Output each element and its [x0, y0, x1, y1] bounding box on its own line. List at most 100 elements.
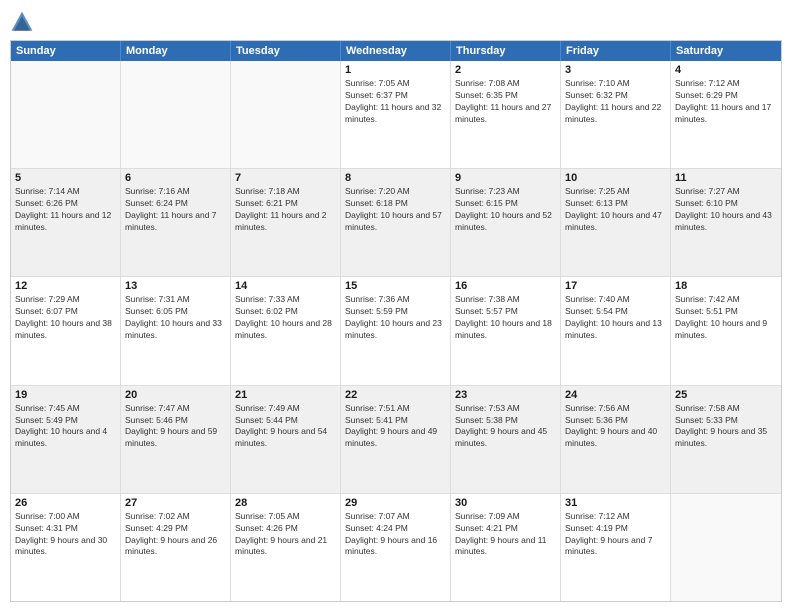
calendar-cell: 30 Sunrise: 7:09 AM Sunset: 4:21 PM Dayli… [451, 494, 561, 601]
day-info: Sunrise: 7:56 AM Sunset: 5:36 PM Dayligh… [565, 403, 666, 451]
day-number: 15 [345, 280, 446, 292]
calendar-row: 26 Sunrise: 7:00 AM Sunset: 4:31 PM Dayli… [11, 493, 781, 601]
day-info: Sunrise: 7:10 AM Sunset: 6:32 PM Dayligh… [565, 78, 666, 126]
day-info: Sunrise: 7:18 AM Sunset: 6:21 PM Dayligh… [235, 186, 336, 234]
calendar-cell: 15 Sunrise: 7:36 AM Sunset: 5:59 PM Dayli… [341, 277, 451, 384]
day-number: 13 [125, 280, 226, 292]
calendar-cell: 27 Sunrise: 7:02 AM Sunset: 4:29 PM Dayli… [121, 494, 231, 601]
calendar-cell: 2 Sunrise: 7:08 AM Sunset: 6:35 PM Daylig… [451, 61, 561, 168]
calendar-cell [231, 61, 341, 168]
day-number: 22 [345, 389, 446, 401]
page: SundayMondayTuesdayWednesdayThursdayFrid… [0, 0, 792, 612]
calendar-cell: 25Sunrise: 7:58 AM Sunset: 5:33 PM Dayli… [671, 386, 781, 493]
logo-icon [10, 10, 34, 34]
day-info: Sunrise: 7:29 AM Sunset: 6:07 PM Dayligh… [15, 294, 116, 342]
calendar-cell: 16 Sunrise: 7:38 AM Sunset: 5:57 PM Dayli… [451, 277, 561, 384]
day-info: Sunrise: 7:16 AM Sunset: 6:24 PM Dayligh… [125, 186, 226, 234]
day-info: Sunrise: 7:38 AM Sunset: 5:57 PM Dayligh… [455, 294, 556, 342]
day-info: Sunrise: 7:51 AM Sunset: 5:41 PM Dayligh… [345, 403, 446, 451]
day-number: 30 [455, 497, 556, 509]
day-number: 9 [455, 172, 556, 184]
calendar-body: 1Sunrise: 7:05 AM Sunset: 6:37 PM Daylig… [11, 61, 781, 601]
day-info: Sunrise: 7:40 AM Sunset: 5:54 PM Dayligh… [565, 294, 666, 342]
day-number: 16 [455, 280, 556, 292]
day-number: 14 [235, 280, 336, 292]
day-number: 3 [565, 64, 666, 76]
day-info: Sunrise: 7:31 AM Sunset: 6:05 PM Dayligh… [125, 294, 226, 342]
calendar-cell: 13 Sunrise: 7:31 AM Sunset: 6:05 PM Dayli… [121, 277, 231, 384]
day-info: Sunrise: 7:47 AM Sunset: 5:46 PM Dayligh… [125, 403, 226, 451]
calendar-cell: 22 Sunrise: 7:51 AM Sunset: 5:41 PM Dayli… [341, 386, 451, 493]
calendar-cell: 6 Sunrise: 7:16 AM Sunset: 6:24 PM Daylig… [121, 169, 231, 276]
calendar-cell: 18 Sunrise: 7:42 AM Sunset: 5:51 PM Dayli… [671, 277, 781, 384]
calendar-cell [671, 494, 781, 601]
day-number: 29 [345, 497, 446, 509]
calendar-cell: 7Sunrise: 7:18 AM Sunset: 6:21 PM Daylig… [231, 169, 341, 276]
day-number: 24 [565, 389, 666, 401]
calendar-cell: 23 Sunrise: 7:53 AM Sunset: 5:38 PM Dayli… [451, 386, 561, 493]
day-info: Sunrise: 7:05 AM Sunset: 4:26 PM Dayligh… [235, 511, 336, 559]
header-cell-wednesday: Wednesday [341, 41, 451, 61]
day-number: 8 [345, 172, 446, 184]
header-cell-friday: Friday [561, 41, 671, 61]
day-number: 6 [125, 172, 226, 184]
day-number: 10 [565, 172, 666, 184]
day-info: Sunrise: 7:36 AM Sunset: 5:59 PM Dayligh… [345, 294, 446, 342]
calendar-cell: 24 Sunrise: 7:56 AM Sunset: 5:36 PM Dayli… [561, 386, 671, 493]
day-info: Sunrise: 7:14 AM Sunset: 6:26 PM Dayligh… [15, 186, 116, 234]
day-info: Sunrise: 7:25 AM Sunset: 6:13 PM Dayligh… [565, 186, 666, 234]
day-number: 1 [345, 64, 446, 76]
logo [10, 10, 38, 34]
day-info: Sunrise: 7:08 AM Sunset: 6:35 PM Dayligh… [455, 78, 556, 126]
day-number: 19 [15, 389, 116, 401]
calendar-cell: 9Sunrise: 7:23 AM Sunset: 6:15 PM Daylig… [451, 169, 561, 276]
header-cell-thursday: Thursday [451, 41, 561, 61]
day-info: Sunrise: 7:00 AM Sunset: 4:31 PM Dayligh… [15, 511, 116, 559]
calendar-header: SundayMondayTuesdayWednesdayThursdayFrid… [11, 41, 781, 61]
calendar-cell: 10 Sunrise: 7:25 AM Sunset: 6:13 PM Dayli… [561, 169, 671, 276]
header-cell-sunday: Sunday [11, 41, 121, 61]
day-info: Sunrise: 7:45 AM Sunset: 5:49 PM Dayligh… [15, 403, 116, 451]
day-info: Sunrise: 7:42 AM Sunset: 5:51 PM Dayligh… [675, 294, 777, 342]
day-number: 23 [455, 389, 556, 401]
day-number: 26 [15, 497, 116, 509]
day-number: 5 [15, 172, 116, 184]
calendar-row: 1Sunrise: 7:05 AM Sunset: 6:37 PM Daylig… [11, 61, 781, 168]
header [10, 10, 782, 34]
day-info: Sunrise: 7:09 AM Sunset: 4:21 PM Dayligh… [455, 511, 556, 559]
day-number: 31 [565, 497, 666, 509]
calendar-cell: 3 Sunrise: 7:10 AM Sunset: 6:32 PM Daylig… [561, 61, 671, 168]
day-number: 17 [565, 280, 666, 292]
calendar-cell: 12 Sunrise: 7:29 AM Sunset: 6:07 PM Dayli… [11, 277, 121, 384]
day-number: 11 [675, 172, 777, 184]
day-number: 4 [675, 64, 777, 76]
calendar-row: 19 Sunrise: 7:45 AM Sunset: 5:49 PM Dayli… [11, 385, 781, 493]
day-number: 21 [235, 389, 336, 401]
day-info: Sunrise: 7:02 AM Sunset: 4:29 PM Dayligh… [125, 511, 226, 559]
calendar-cell: 31Sunrise: 7:12 AM Sunset: 4:19 PM Dayli… [561, 494, 671, 601]
day-number: 2 [455, 64, 556, 76]
calendar: SundayMondayTuesdayWednesdayThursdayFrid… [10, 40, 782, 602]
calendar-cell: 29 Sunrise: 7:07 AM Sunset: 4:24 PM Dayli… [341, 494, 451, 601]
calendar-cell: 1Sunrise: 7:05 AM Sunset: 6:37 PM Daylig… [341, 61, 451, 168]
calendar-cell: 5 Sunrise: 7:14 AM Sunset: 6:26 PM Daylig… [11, 169, 121, 276]
calendar-row: 5 Sunrise: 7:14 AM Sunset: 6:26 PM Daylig… [11, 168, 781, 276]
day-info: Sunrise: 7:07 AM Sunset: 4:24 PM Dayligh… [345, 511, 446, 559]
calendar-cell: 14Sunrise: 7:33 AM Sunset: 6:02 PM Dayli… [231, 277, 341, 384]
calendar-cell: 26 Sunrise: 7:00 AM Sunset: 4:31 PM Dayli… [11, 494, 121, 601]
day-number: 28 [235, 497, 336, 509]
calendar-cell: 20Sunrise: 7:47 AM Sunset: 5:46 PM Dayli… [121, 386, 231, 493]
calendar-cell: 19 Sunrise: 7:45 AM Sunset: 5:49 PM Dayli… [11, 386, 121, 493]
calendar-cell: 11Sunrise: 7:27 AM Sunset: 6:10 PM Dayli… [671, 169, 781, 276]
day-number: 27 [125, 497, 226, 509]
day-info: Sunrise: 7:53 AM Sunset: 5:38 PM Dayligh… [455, 403, 556, 451]
calendar-cell [11, 61, 121, 168]
day-info: Sunrise: 7:20 AM Sunset: 6:18 PM Dayligh… [345, 186, 446, 234]
header-cell-tuesday: Tuesday [231, 41, 341, 61]
day-number: 18 [675, 280, 777, 292]
day-number: 12 [15, 280, 116, 292]
header-cell-saturday: Saturday [671, 41, 781, 61]
calendar-cell: 4Sunrise: 7:12 AM Sunset: 6:29 PM Daylig… [671, 61, 781, 168]
calendar-cell: 8 Sunrise: 7:20 AM Sunset: 6:18 PM Daylig… [341, 169, 451, 276]
day-info: Sunrise: 7:58 AM Sunset: 5:33 PM Dayligh… [675, 403, 777, 451]
